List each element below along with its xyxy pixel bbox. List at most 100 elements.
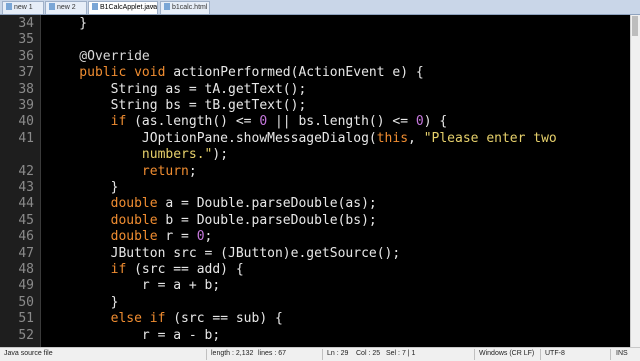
code-token: JOptionPane.showMessageDialog(: [48, 130, 377, 146]
status-lines: lines : 67: [258, 350, 287, 357]
tab-b1calc-html[interactable]: b1calc.html: [160, 1, 210, 14]
line-number: 52: [18, 327, 34, 343]
code-token: r =: [165, 229, 197, 245]
status-file-type: Java source file: [4, 350, 53, 357]
line-number: 38: [18, 81, 34, 97]
code-token: ,: [408, 130, 424, 146]
tab-new-2[interactable]: new 2: [45, 1, 87, 14]
tab-label: new 1: [14, 4, 33, 11]
code-token: (src == add) {: [134, 262, 244, 277]
tab-label: B1CalcApplet.java: [100, 4, 158, 11]
code-line[interactable]: }: [48, 180, 119, 196]
code-token: String as = tA.getText();: [48, 81, 307, 97]
line-number: 47: [18, 245, 34, 261]
line-number: 48: [18, 262, 34, 277]
code-line[interactable]: public void actionPerformed(ActionEvent …: [48, 65, 424, 81]
code-token: double: [48, 212, 166, 228]
tab-label: b1calc.html: [172, 4, 208, 11]
code-token: double: [48, 196, 166, 212]
code-line[interactable]: JButton src = (JButton)e.getSource();: [48, 245, 401, 262]
code-token: || bs.length() <=: [267, 114, 416, 130]
code-line[interactable]: return;: [48, 164, 197, 180]
code-token: this: [376, 130, 409, 146]
code-token: ;: [204, 229, 213, 245]
vertical-scrollbar[interactable]: [630, 15, 640, 347]
code-token: 0: [259, 114, 268, 130]
file-icon: [49, 3, 55, 10]
status-bar: Java source file length : 2,132 lines : …: [0, 347, 640, 361]
code-token: 0: [196, 229, 205, 245]
code-token: ;: [188, 163, 197, 179]
code-line[interactable]: double r = 0;: [48, 229, 213, 245]
line-number: 51: [18, 311, 34, 327]
line-number: 45: [18, 212, 34, 228]
code-token: }: [48, 16, 88, 31]
line-number: 46: [18, 229, 34, 245]
code-line[interactable]: r = a + b;: [48, 278, 220, 294]
code-line[interactable]: String bs = tB.getText();: [48, 98, 307, 114]
status-length: length : 2,132: [211, 350, 254, 357]
file-icon: [92, 3, 98, 10]
line-number: [0, 147, 34, 163]
code-line[interactable]: double b = Double.parseDouble(bs);: [48, 213, 377, 229]
code-token: numbers.": [48, 147, 213, 163]
code-token: if: [48, 262, 135, 277]
code-token: 0: [415, 114, 424, 130]
code-line[interactable]: if (src == add) {: [48, 262, 244, 278]
line-number: 41: [18, 130, 34, 146]
code-line[interactable]: JOptionPane.showMessageDialog(this, "Ple…: [48, 131, 557, 147]
code-token: "Please enter two: [423, 130, 557, 146]
tab-label: new 2: [57, 4, 76, 11]
code-token: );: [212, 147, 229, 163]
code-line[interactable]: double a = Double.parseDouble(as);: [48, 196, 377, 212]
code-token: r = a + b;: [48, 278, 221, 294]
status-sel: Sel : 7 | 1: [386, 350, 416, 357]
close-icon[interactable]: ×: [151, 2, 155, 14]
status-col: Col : 25: [356, 350, 381, 357]
code-token: }: [48, 294, 119, 310]
code-token: b = Double.parseDouble(bs);: [165, 212, 377, 228]
tab-new-1[interactable]: new 1: [2, 1, 44, 14]
code-line[interactable]: String as = tA.getText();: [48, 81, 307, 98]
code-token: else if: [48, 311, 174, 327]
status-eol: Windows (CR LF): [479, 350, 535, 357]
status-insert-mode: INS: [616, 350, 628, 357]
tab-bar: new 1 new 2 B1CalcApplet.java × b1calc.ht…: [0, 0, 640, 15]
line-number: 37: [18, 65, 34, 81]
code-token: actionPerformed(ActionEvent e) {: [173, 65, 424, 81]
code-token: @Override: [48, 48, 150, 64]
line-number: 49: [18, 278, 34, 294]
code-token: ) {: [423, 114, 448, 130]
code-line[interactable]: r = a - b;: [48, 328, 220, 344]
line-number: 36: [18, 48, 34, 64]
status-encoding: UTF-8: [545, 350, 565, 357]
line-number: 34: [18, 16, 34, 31]
line-number: 40: [18, 114, 34, 130]
code-token: double: [48, 229, 166, 245]
code-token: r = a - b;: [48, 327, 221, 343]
code-token: (src == sub) {: [173, 311, 283, 327]
code-token: }: [48, 180, 119, 195]
code-token: return: [48, 163, 189, 179]
scrollbar-thumb[interactable]: [632, 16, 638, 36]
code-line[interactable]: numbers.");: [48, 147, 228, 163]
line-number: 42: [18, 163, 34, 179]
code-line[interactable]: }: [48, 16, 87, 32]
code-line[interactable]: if (as.length() <= 0 || bs.length() <= 0…: [48, 114, 448, 130]
code-line[interactable]: }: [48, 294, 119, 311]
code-token: if: [48, 114, 135, 130]
code-line[interactable]: else if (src == sub) {: [48, 311, 283, 327]
code-token: JButton src = (JButton)e.getSource();: [48, 245, 401, 261]
line-number: 44: [18, 196, 34, 212]
code-line[interactable]: @Override: [48, 48, 150, 65]
code-token: public void: [48, 65, 174, 81]
line-number: 39: [18, 98, 34, 113]
file-icon: [164, 3, 170, 10]
code-token: String bs = tB.getText();: [48, 98, 307, 113]
line-number: 35: [18, 32, 34, 48]
file-icon: [6, 3, 12, 10]
line-number: 50: [18, 294, 34, 310]
code-editor[interactable]: 34 35 36 37 38 39 40 41 42 43 44 45 46 47 48 49 50 51 52 }…: [0, 15, 630, 347]
tab-b1calcapplet-java[interactable]: B1CalcApplet.java ×: [88, 1, 158, 14]
code-token: (as.length() <=: [134, 114, 260, 130]
